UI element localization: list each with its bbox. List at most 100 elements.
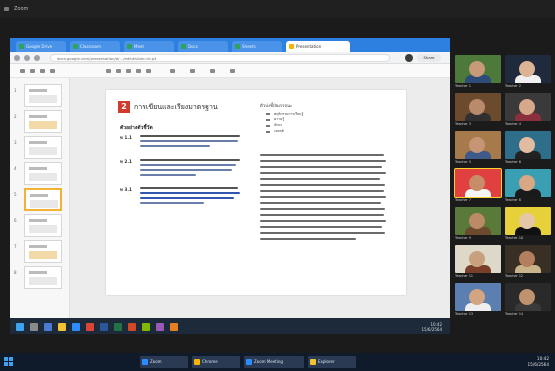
participant-video-tile[interactable] xyxy=(455,207,501,235)
folder-icon[interactable] xyxy=(58,323,66,331)
url-field[interactable]: docs.google.com/presentation/d/…/edit#sl… xyxy=(50,54,390,62)
current-slide[interactable]: 2 การเขียนและเรียงมาตรฐาน ตัวอย่างตัวชี้… xyxy=(106,90,406,295)
participant-face xyxy=(519,61,535,77)
browser-tab-active[interactable]: Presentation xyxy=(286,41,350,52)
line-icon[interactable] xyxy=(146,69,151,73)
undo-icon[interactable] xyxy=(20,69,25,73)
participant-face xyxy=(469,61,485,77)
indicator-code: ท 2.1 xyxy=(120,160,132,165)
browser-tab[interactable]: Sheets xyxy=(232,41,282,52)
share-button[interactable]: Share xyxy=(417,54,441,62)
taskbar-app[interactable]: Zoom Meeting xyxy=(244,356,304,368)
participant-face xyxy=(519,251,535,267)
theme-icon[interactable] xyxy=(210,69,215,73)
browser-tab[interactable]: Classroom xyxy=(70,41,120,52)
zoom-icon[interactable] xyxy=(72,323,80,331)
participant-video-tile[interactable] xyxy=(455,283,501,311)
slide-number-badge: 2 xyxy=(118,101,130,113)
slide-thumbnail[interactable] xyxy=(24,84,62,107)
bullet-text: ทักษะ xyxy=(274,123,283,127)
browser-tab[interactable]: Meet xyxy=(124,41,174,52)
taskbar-app[interactable]: Explorer xyxy=(308,356,356,368)
back-icon[interactable] xyxy=(14,55,20,61)
slide-thumbnail-selected[interactable] xyxy=(24,188,62,211)
chrome-icon xyxy=(194,359,200,365)
participant-video-tile[interactable] xyxy=(455,93,501,121)
tab-favicon-icon xyxy=(127,44,132,49)
layout-icon[interactable] xyxy=(190,69,195,73)
reload-icon[interactable] xyxy=(34,55,40,61)
slide-thumbnail[interactable] xyxy=(24,136,62,159)
thumb-number: 8 xyxy=(14,270,17,275)
browser-tab[interactable]: Google Drive xyxy=(16,41,66,52)
thumb-number: 2 xyxy=(14,114,17,119)
windows-start-icon[interactable] xyxy=(16,323,24,331)
participant-video-tile[interactable] xyxy=(505,245,551,273)
participant-video-tile[interactable] xyxy=(505,93,551,121)
slide-thumbnail[interactable] xyxy=(24,214,62,237)
participant-name: Teacher 10 xyxy=(505,236,524,240)
participant-name: Teacher 2 xyxy=(505,84,521,88)
store-icon[interactable] xyxy=(170,323,178,331)
line-app-icon[interactable] xyxy=(142,323,150,331)
powerpoint-icon[interactable] xyxy=(128,323,136,331)
thumb-number: 1 xyxy=(14,88,17,93)
taskbar-app[interactable]: Zoom xyxy=(140,356,188,368)
inner-windows-taskbar: 10:42 15/6/2564 xyxy=(10,318,450,334)
taskbar-app[interactable]: Chrome xyxy=(192,356,240,368)
windows-start-icon[interactable] xyxy=(4,357,14,367)
participant-gallery: Teacher 1 Teacher 2 Teacher 3 Teacher 4 Teac… xyxy=(454,55,555,325)
app-title-label: Zoom xyxy=(14,6,29,12)
participant-video-tile[interactable] xyxy=(454,168,502,198)
participant-video-tile[interactable] xyxy=(505,55,551,83)
participant-video-tile[interactable] xyxy=(505,169,551,197)
word-icon[interactable] xyxy=(100,323,108,331)
participant-name: Teacher 12 xyxy=(505,274,524,278)
participant-face xyxy=(469,99,485,115)
participant-video-tile[interactable] xyxy=(505,207,551,235)
participant-video-tile[interactable] xyxy=(455,245,501,273)
participant-name: Teacher 3 xyxy=(455,122,471,126)
zoom-icon[interactable] xyxy=(50,69,55,73)
thumb-number: 6 xyxy=(14,218,17,223)
background-icon[interactable] xyxy=(170,69,175,73)
slide-thumbnail[interactable] xyxy=(24,266,62,289)
slide-filmstrip: 1 2 3 4 5 6 7 8 xyxy=(10,78,70,318)
participant-name: Teacher 1 xyxy=(455,84,471,88)
forward-icon[interactable] xyxy=(24,55,30,61)
search-icon[interactable] xyxy=(30,323,38,331)
thumb-number: 5 xyxy=(14,192,17,197)
textbox-icon[interactable] xyxy=(116,69,121,73)
tab-favicon-icon xyxy=(235,44,240,49)
participant-video-tile[interactable] xyxy=(455,55,501,83)
print-icon[interactable] xyxy=(40,69,45,73)
slides-toolbar xyxy=(10,64,450,78)
participant-video-tile[interactable] xyxy=(505,131,551,159)
participant-name: Teacher 4 xyxy=(505,122,521,126)
image-icon[interactable] xyxy=(126,69,131,73)
shape-icon[interactable] xyxy=(136,69,141,73)
slide-thumbnail[interactable] xyxy=(24,162,62,185)
participant-video-tile[interactable] xyxy=(455,131,501,159)
folder-icon xyxy=(310,359,316,365)
participant-face xyxy=(469,137,485,153)
slide-thumbnail[interactable] xyxy=(24,110,62,133)
chrome-icon[interactable] xyxy=(86,323,94,331)
task-view-icon[interactable] xyxy=(44,323,52,331)
zoom-meeting-icon xyxy=(246,359,252,365)
slide-thumbnail[interactable] xyxy=(24,240,62,263)
participant-name: Teacher 7 xyxy=(455,198,471,202)
profile-avatar[interactable] xyxy=(405,54,413,62)
excel-icon[interactable] xyxy=(114,323,122,331)
transition-icon[interactable] xyxy=(230,69,235,73)
shared-screen: Google Drive Classroom Meet Docs Sheets … xyxy=(10,38,450,334)
select-icon[interactable] xyxy=(106,69,111,73)
browser-tab[interactable]: Docs xyxy=(178,41,228,52)
participant-name: Teacher 9 xyxy=(455,236,471,240)
slide-sub-heading: ตัวอย่างตัวชี้วัด xyxy=(120,125,153,131)
redo-icon[interactable] xyxy=(30,69,35,73)
meeting-title-bar: Zoom xyxy=(0,0,555,18)
media-icon[interactable] xyxy=(156,323,164,331)
inner-clock: 10:42 15/6/2564 xyxy=(421,322,442,332)
participant-video-tile[interactable] xyxy=(505,283,551,311)
